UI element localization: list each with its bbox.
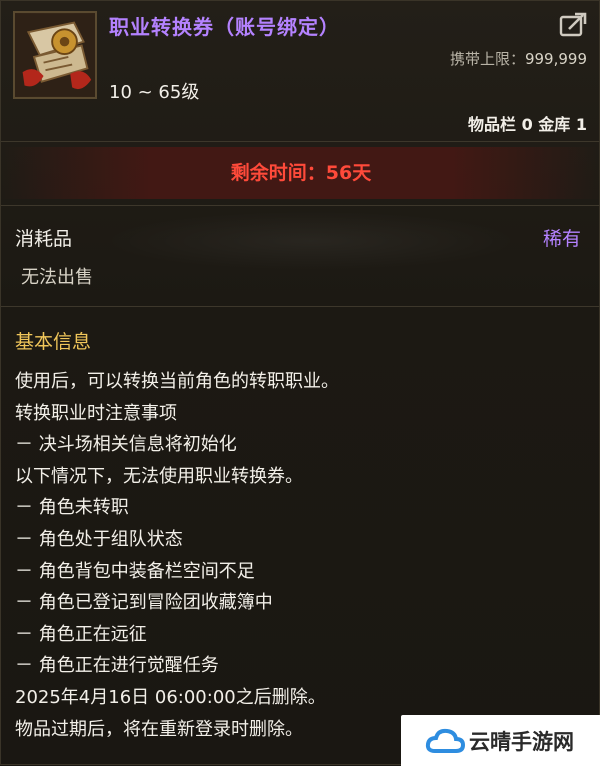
background-decoration [101, 211, 521, 271]
description-line: 以下情况下，无法使用职业转换券。 [15, 465, 303, 487]
description-line: 2025年4月16日 06:00:00之后删除。 [15, 686, 326, 708]
share-icon [559, 12, 587, 37]
item-tooltip: 职业转换券（账号绑定） 10 ~ 65级 携带上限：999,999 物品栏 0 … [0, 0, 600, 766]
description-line: － 角色正在进行觉醒任务 [15, 655, 219, 677]
section-title: 基本信息 [15, 331, 92, 353]
description-line: － 角色处于组队状态 [15, 528, 183, 550]
carry-limit-label: 携带上限： [449, 50, 525, 68]
description-list: 使用后，可以转换当前角色的转职职业。 转换职业时注意事项 － 决斗场相关信息将初… [15, 366, 339, 745]
class-change-ticket-icon [13, 11, 97, 99]
remaining-time: 剩余时间：56天 [1, 147, 600, 199]
description-line: － 角色已登记到冒险团收藏簿中 [15, 592, 273, 614]
watermark: 云晴手游网 [401, 715, 600, 766]
description-line: 转换职业时注意事项 [15, 402, 177, 424]
description-line: 物品过期后，将在重新登录时删除。 [15, 718, 303, 740]
watermark-text: 云晴手游网 [469, 730, 574, 754]
share-button[interactable] [559, 11, 589, 39]
description-line: 使用后，可以转换当前角色的转职职业。 [15, 371, 339, 392]
cloud-logo-icon [425, 728, 465, 753]
divider [1, 141, 600, 142]
carry-limit-value: 999,999 [524, 50, 587, 68]
item-title: 职业转换券（账号绑定） [109, 15, 340, 39]
item-category: 消耗品 [15, 228, 73, 250]
description-line: － 角色未转职 [15, 497, 129, 519]
carry-limit: 携带上限：999,999 [450, 48, 587, 69]
divider [1, 205, 600, 206]
sell-status: 无法出售 [21, 267, 93, 288]
description-line: － 决斗场相关信息将初始化 [15, 434, 237, 456]
description-line: － 角色正在远征 [15, 623, 147, 645]
item-rarity: 稀有 [542, 228, 581, 250]
storage-count: 物品栏 0 金库 1 [468, 115, 587, 134]
description-line: － 角色背包中装备栏空间不足 [15, 560, 255, 582]
divider [1, 306, 600, 307]
level-range: 10 ~ 65级 [109, 82, 200, 103]
